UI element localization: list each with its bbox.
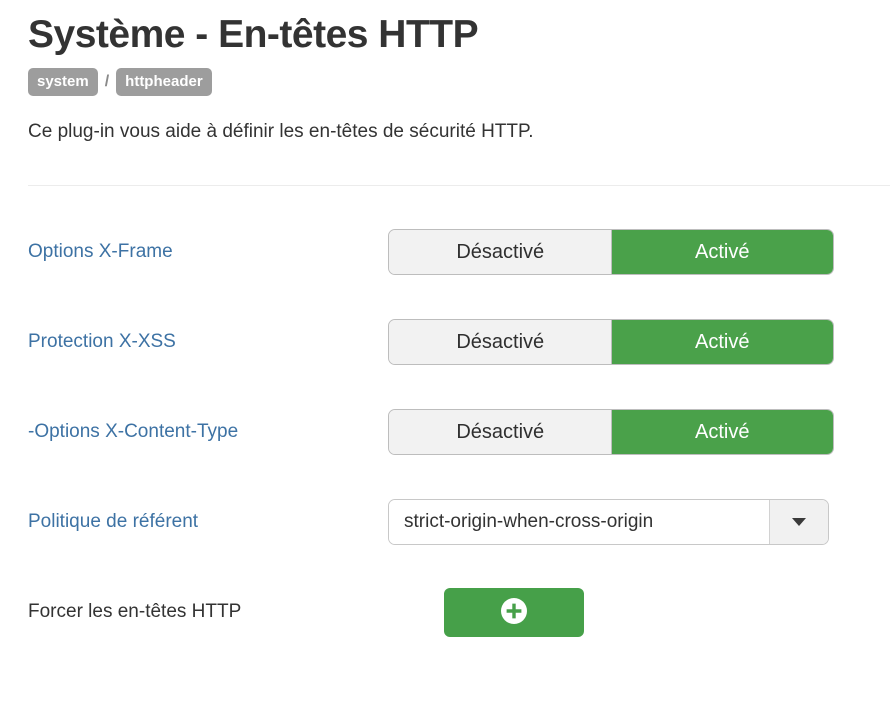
plugin-settings-page: Système - En-têtes HTTP system / httphea… [0, 0, 890, 712]
caret-glyph [792, 518, 806, 526]
breadcrumb-separator: / [104, 72, 110, 90]
page-title: Système - En-têtes HTTP [28, 13, 479, 56]
toggle-option-on[interactable]: Activé [610, 230, 833, 274]
toggle-option-off[interactable]: Désactivé [389, 410, 612, 454]
toggle-x-content-type-options[interactable]: Désactivé Activé [388, 409, 834, 455]
breadcrumb-badge-system[interactable]: system [28, 67, 98, 96]
setting-control-x-content-type-options: Désactivé Activé [388, 409, 890, 455]
breadcrumb-badge-httpheader[interactable]: httpheader [116, 67, 212, 96]
setting-control-force-http-headers [444, 587, 890, 637]
setting-label-x-content-type-options[interactable]: -Options X-Content-Type [28, 420, 388, 444]
setting-row-force-http-headers: Forcer les en-têtes HTTP [28, 587, 890, 637]
setting-label-x-frame-options[interactable]: Options X-Frame [28, 240, 388, 264]
toggle-option-on[interactable]: Activé [610, 410, 833, 454]
setting-row-x-frame-options: Options X-Frame Désactivé Activé [28, 229, 890, 275]
plus-circle-icon [500, 597, 528, 628]
setting-control-referrer-policy: strict-origin-when-cross-origin [388, 499, 890, 545]
toggle-option-on[interactable]: Activé [610, 320, 833, 364]
toggle-x-frame-options[interactable]: Désactivé Activé [388, 229, 834, 275]
setting-label-referrer-policy[interactable]: Politique de référent [28, 510, 388, 534]
referrer-policy-selected-value[interactable]: strict-origin-when-cross-origin [389, 500, 769, 544]
section-divider [28, 185, 890, 186]
setting-control-x-xss-protection: Désactivé Activé [388, 319, 890, 365]
add-http-header-button[interactable] [444, 587, 584, 637]
setting-row-x-content-type-options: -Options X-Content-Type Désactivé Activé [28, 409, 890, 455]
setting-label-x-xss-protection[interactable]: Protection X-XSS [28, 330, 388, 354]
chevron-down-icon[interactable] [769, 500, 828, 544]
plugin-description: Ce plug-in vous aide à définir les en-tê… [28, 121, 534, 142]
setting-label-force-http-headers: Forcer les en-têtes HTTP [28, 601, 242, 622]
settings-form: Options X-Frame Désactivé Activé Protect… [28, 229, 890, 637]
toggle-option-off[interactable]: Désactivé [389, 230, 612, 274]
setting-row-referrer-policy: Politique de référent strict-origin-when… [28, 499, 890, 545]
setting-control-x-frame-options: Désactivé Activé [388, 229, 890, 275]
referrer-policy-select[interactable]: strict-origin-when-cross-origin [388, 499, 829, 545]
toggle-option-off[interactable]: Désactivé [389, 320, 612, 364]
toggle-x-xss-protection[interactable]: Désactivé Activé [388, 319, 834, 365]
setting-row-x-xss-protection: Protection X-XSS Désactivé Activé [28, 319, 890, 365]
breadcrumb: system / httpheader [28, 67, 890, 96]
